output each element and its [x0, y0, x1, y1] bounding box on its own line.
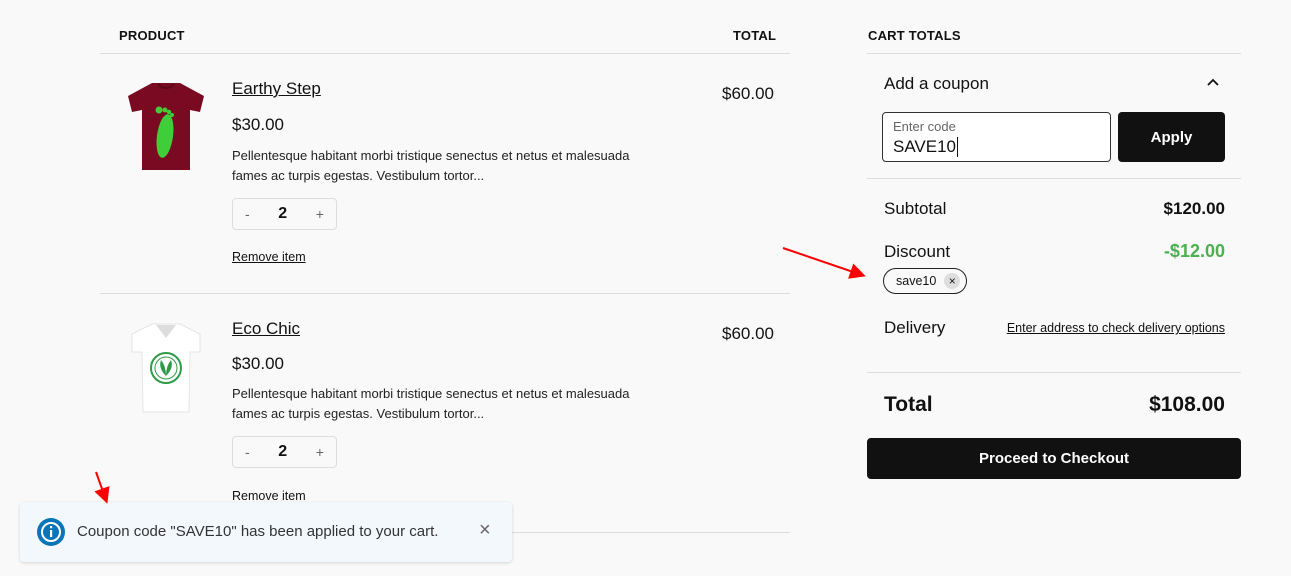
decrease-quantity-button[interactable]: - [245, 206, 250, 222]
coupon-input-value[interactable]: SAVE10 [893, 137, 959, 157]
divider [100, 293, 790, 294]
discount-value: -$12.00 [1163, 241, 1225, 261]
cart-totals-title: CART TOTALS [868, 28, 961, 43]
product-description: Pellentesque habitant morbi tristique se… [232, 148, 630, 183]
product-name-link[interactable]: Earthy Step [232, 79, 321, 99]
coupon-chip: save10 × [883, 268, 968, 294]
increase-quantity-button[interactable]: + [316, 444, 324, 460]
product-price: $30.00 [232, 115, 284, 134]
arrow-icon [94, 471, 110, 504]
total-value: $108.00 [1149, 393, 1225, 416]
delivery-options-link[interactable]: Enter address to check delivery options [1007, 321, 1225, 335]
coupon-input-label: Enter code [893, 119, 956, 134]
chevron-up-icon[interactable] [1206, 77, 1220, 87]
coupon-applied-notice: Coupon code "SAVE10" has been applied to… [20, 502, 512, 562]
coupon-code-input[interactable]: Enter code SAVE10 [882, 112, 1111, 162]
product-image-earthy-step[interactable] [124, 80, 208, 172]
divider [867, 372, 1241, 373]
decrease-quantity-button[interactable]: - [245, 444, 250, 460]
add-coupon-toggle[interactable]: Add a coupon [884, 74, 989, 94]
info-icon [37, 518, 65, 546]
divider [867, 178, 1241, 179]
total-column-header: TOTAL [733, 28, 777, 43]
arrow-icon [782, 247, 866, 279]
remove-coupon-icon[interactable]: × [944, 273, 961, 289]
divider [100, 53, 790, 54]
subtotal-label: Subtotal [884, 199, 947, 218]
product-price: $30.00 [232, 354, 284, 373]
coupon-chip-label: save10 [896, 274, 937, 288]
delivery-label: Delivery [884, 318, 946, 337]
remove-item-link[interactable]: Remove item [232, 489, 306, 503]
product-column-header: PRODUCT [119, 28, 185, 43]
product-image-eco-chic[interactable] [128, 322, 204, 414]
total-label: Total [884, 393, 933, 416]
quantity-stepper[interactable]: - 2 + [232, 436, 337, 468]
increase-quantity-button[interactable]: + [316, 206, 324, 222]
product-description: Pellentesque habitant morbi tristique se… [232, 386, 630, 421]
line-total: $60.00 [722, 324, 774, 343]
subtotal-value: $120.00 [1163, 199, 1225, 218]
quantity-stepper[interactable]: - 2 + [232, 198, 337, 230]
remove-item-link[interactable]: Remove item [232, 250, 306, 264]
notice-text: Coupon code "SAVE10" has been applied to… [77, 523, 439, 540]
product-name-link[interactable]: Eco Chic [232, 319, 300, 339]
quantity-value[interactable]: 2 [278, 205, 287, 223]
quantity-value[interactable]: 2 [278, 443, 287, 461]
proceed-to-checkout-button[interactable]: Proceed to Checkout [867, 438, 1241, 479]
divider [867, 53, 1241, 54]
apply-coupon-button[interactable]: Apply [1118, 112, 1225, 162]
close-notice-icon[interactable]: × [479, 519, 491, 542]
line-total: $60.00 [722, 84, 774, 103]
discount-label: Discount [884, 242, 951, 261]
